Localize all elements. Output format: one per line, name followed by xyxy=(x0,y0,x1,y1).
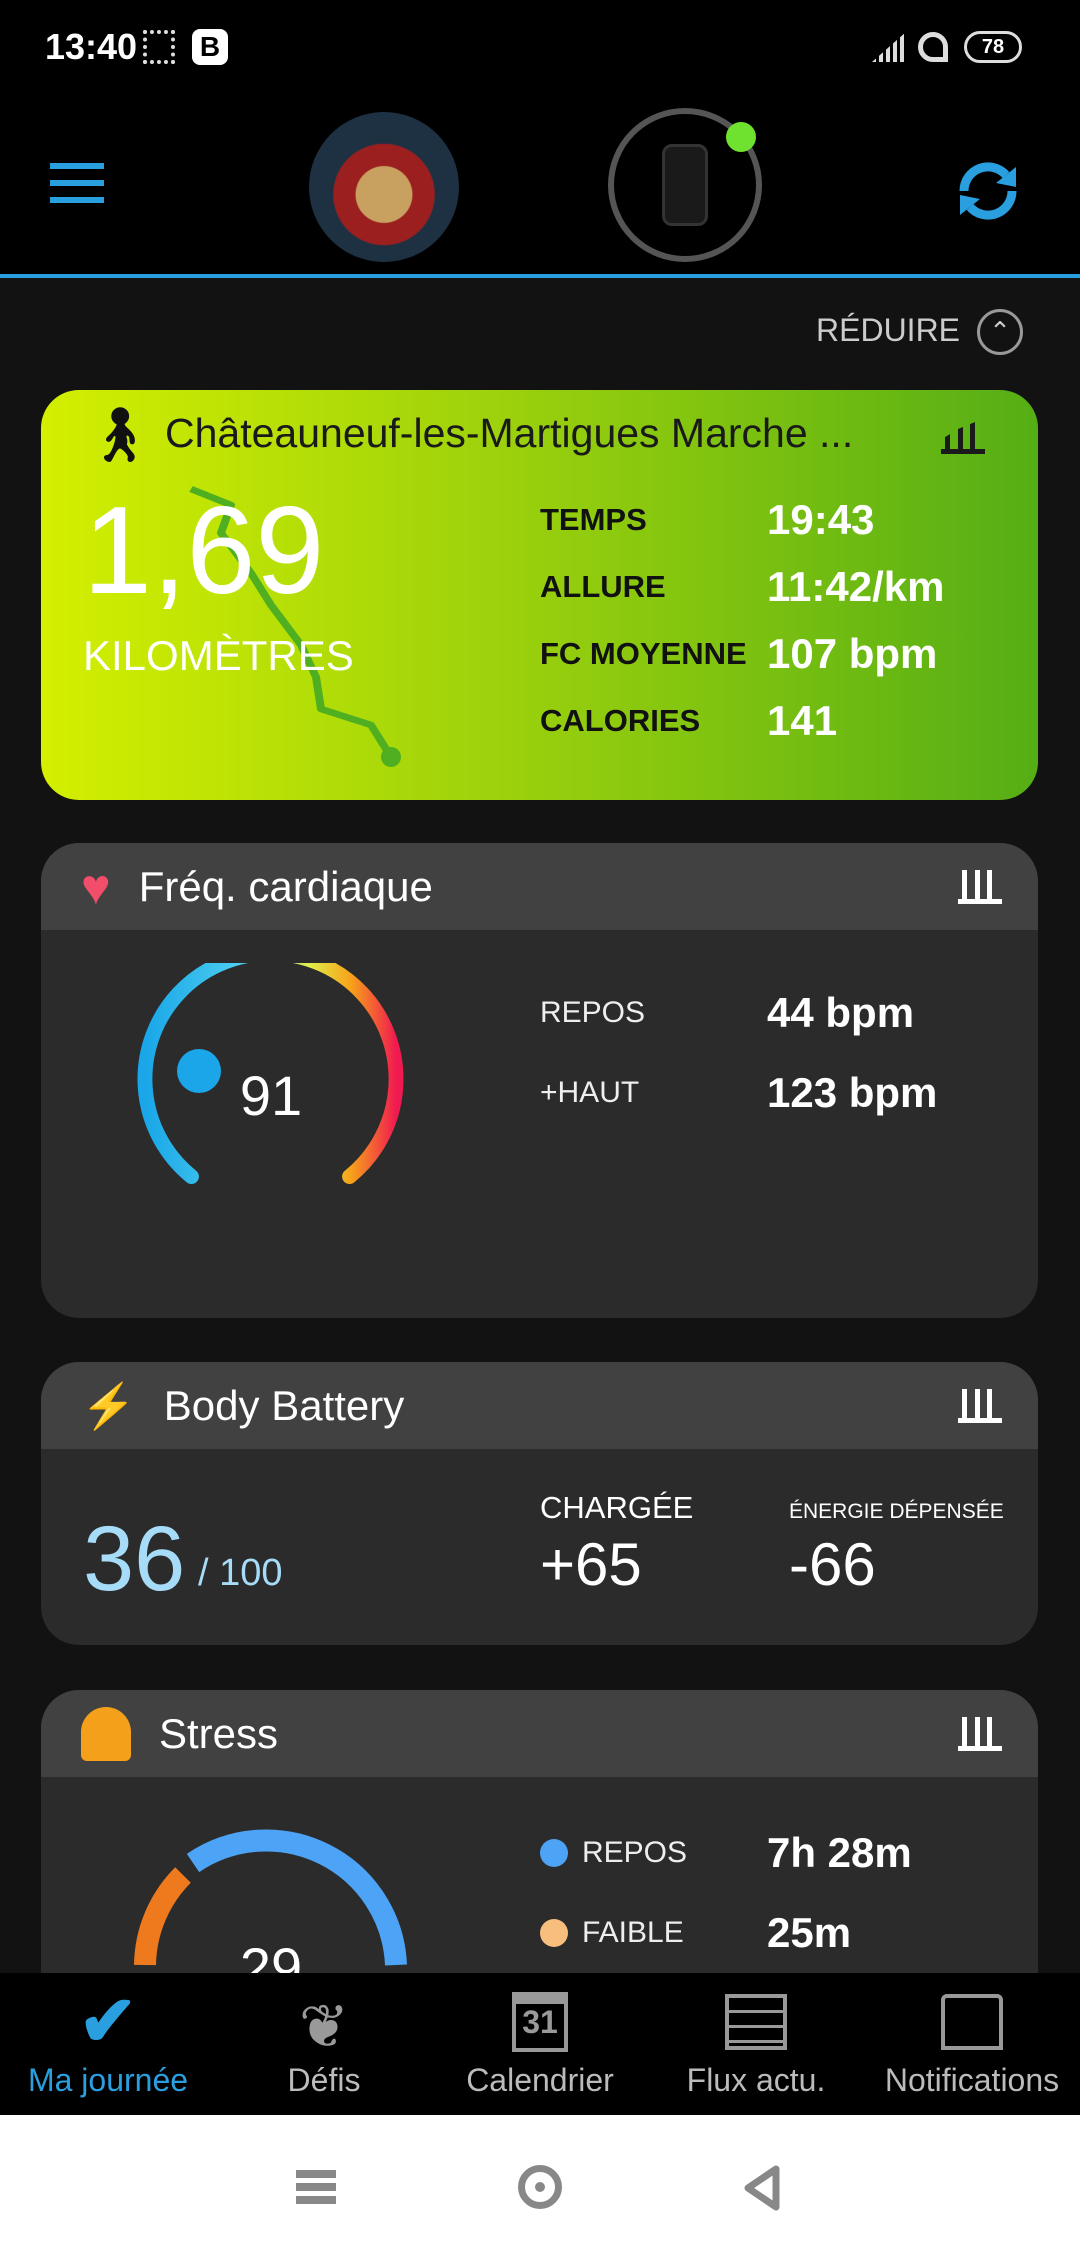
wifi-icon xyxy=(918,32,948,62)
spent-value: -66 xyxy=(789,1531,876,1598)
stat-label: REPOS xyxy=(582,1836,688,1869)
tab-notifications[interactable]: Notifications xyxy=(864,1973,1080,2115)
battery-indicator: 78 xyxy=(964,31,1022,63)
signal-icon xyxy=(872,32,906,62)
collapse-label[interactable]: RÉDUIRE xyxy=(816,312,960,349)
heart-icon: ♥ xyxy=(81,858,111,915)
sync-icon[interactable] xyxy=(950,153,1026,229)
activity-card[interactable]: 🚶︎ Châteauneuf-les-Martigues Marche ... … xyxy=(41,390,1038,800)
stat-value: 44 bpm xyxy=(767,989,915,1036)
tab-ma-journee[interactable]: ✔ Ma journée xyxy=(0,1973,216,2115)
stress-stats: REPOS 7h 28m FAIBLE 25m xyxy=(540,1813,912,1973)
card-title: Stress xyxy=(159,1709,279,1757)
stat-label: ALLURE xyxy=(540,568,666,604)
card-title: Fréq. cardiaque xyxy=(138,862,433,910)
b-app-icon: B xyxy=(192,29,228,65)
tab-label: Calendrier xyxy=(466,2062,614,2098)
body-battery-icon: ⚡ xyxy=(81,1381,136,1431)
stress-icon xyxy=(81,1706,131,1761)
body-battery-card[interactable]: ⚡ Body Battery 36 / 100 CHARGÉE +65 ÉNERG… xyxy=(41,1362,1038,1645)
chart-icon[interactable] xyxy=(958,1716,1002,1751)
heart-rate-card[interactable]: ♥ Fréq. cardiaque 91 REPOS 44 bpm +HAUT 123… xyxy=(41,843,1038,1318)
tab-label: Défis xyxy=(287,2062,361,2098)
tab-calendrier[interactable]: 31 Calendrier xyxy=(432,1973,648,2115)
recent-apps-button[interactable] xyxy=(296,2170,336,2204)
charged-label: CHARGÉE xyxy=(540,1490,694,1525)
charged-value: +65 xyxy=(540,1531,642,1598)
tab-label: Ma journée xyxy=(27,2062,189,2098)
chevron-up-icon[interactable]: ⌃ xyxy=(977,309,1023,355)
stat-value: 25m xyxy=(767,1909,852,1956)
stat-value: 107 bpm xyxy=(767,629,938,677)
checkmark-icon: ✔ xyxy=(78,1982,138,2060)
stat-value: 141 xyxy=(767,696,838,744)
tab-flux-actu[interactable]: Flux actu. xyxy=(648,1973,864,2115)
hamburger-icon[interactable] xyxy=(50,163,104,203)
distance-value: 1,69 xyxy=(83,482,325,620)
stat-value: 123 bpm xyxy=(767,1069,938,1116)
qr-icon xyxy=(143,30,175,64)
stat-label: CALORIES xyxy=(540,702,701,738)
body-battery-max: / 100 xyxy=(198,1552,283,1594)
low-dot xyxy=(540,1919,568,1947)
laurel-icon: ❦ xyxy=(298,1993,350,2060)
profile-avatar[interactable] xyxy=(309,112,459,262)
calendar-icon: 31 xyxy=(512,1992,568,2052)
home-button[interactable] xyxy=(518,2165,562,2209)
activity-title: Châteauneuf-les-Martigues Marche ... xyxy=(165,410,854,456)
stat-label: TEMPS xyxy=(540,501,647,537)
tab-label: Notifications xyxy=(884,2062,1060,2098)
spent-label: ÉNERGIE DÉPENSÉE xyxy=(789,1500,1004,1523)
heart-rate-gauge: 91 xyxy=(137,963,404,1184)
stat-value: 11:42/km xyxy=(767,562,945,610)
stat-label: FAIBLE xyxy=(582,1916,684,1949)
status-bar: 13:40 B 78 xyxy=(0,0,1080,95)
body-battery-value: 36 xyxy=(83,1508,186,1610)
distance-unit: KILOMÈTRES xyxy=(83,632,354,679)
chart-icon[interactable] xyxy=(958,869,1002,904)
heart-rate-current: 91 xyxy=(240,1064,302,1127)
inbox-icon xyxy=(941,1994,1003,2050)
activity-stats: TEMPS 19:43 ALLURE 11:42/km FC MOYENNE 107 … xyxy=(540,486,944,754)
tab-label: Flux actu. xyxy=(686,2062,826,2098)
stat-value: 19:43 xyxy=(767,495,875,543)
tab-defis[interactable]: ❦ Défis xyxy=(216,1973,432,2115)
stat-label: REPOS xyxy=(540,996,646,1029)
card-title: Body Battery xyxy=(163,1381,405,1429)
stat-value: 7h 28m xyxy=(767,1829,912,1876)
stat-label: FC MOYENNE xyxy=(540,635,747,671)
connected-indicator xyxy=(726,122,756,152)
rest-dot xyxy=(540,1839,568,1867)
bottom-nav: ✔ Ma journée ❦ Défis 31 Calendrier Flux act… xyxy=(0,1973,1080,2115)
chart-icon[interactable] xyxy=(941,418,985,454)
app-header xyxy=(0,95,1080,278)
system-nav-bar xyxy=(0,2115,1080,2246)
stat-label: +HAUT xyxy=(540,1076,640,1109)
walking-icon: 🚶︎ xyxy=(85,405,154,465)
status-time: 13:40 xyxy=(45,26,138,67)
watch-icon xyxy=(662,144,708,226)
heart-stats: REPOS 44 bpm +HAUT 123 bpm xyxy=(540,973,937,1133)
back-button[interactable] xyxy=(742,2165,782,2211)
newsfeed-icon xyxy=(725,1994,787,2050)
chart-icon[interactable] xyxy=(958,1388,1002,1423)
